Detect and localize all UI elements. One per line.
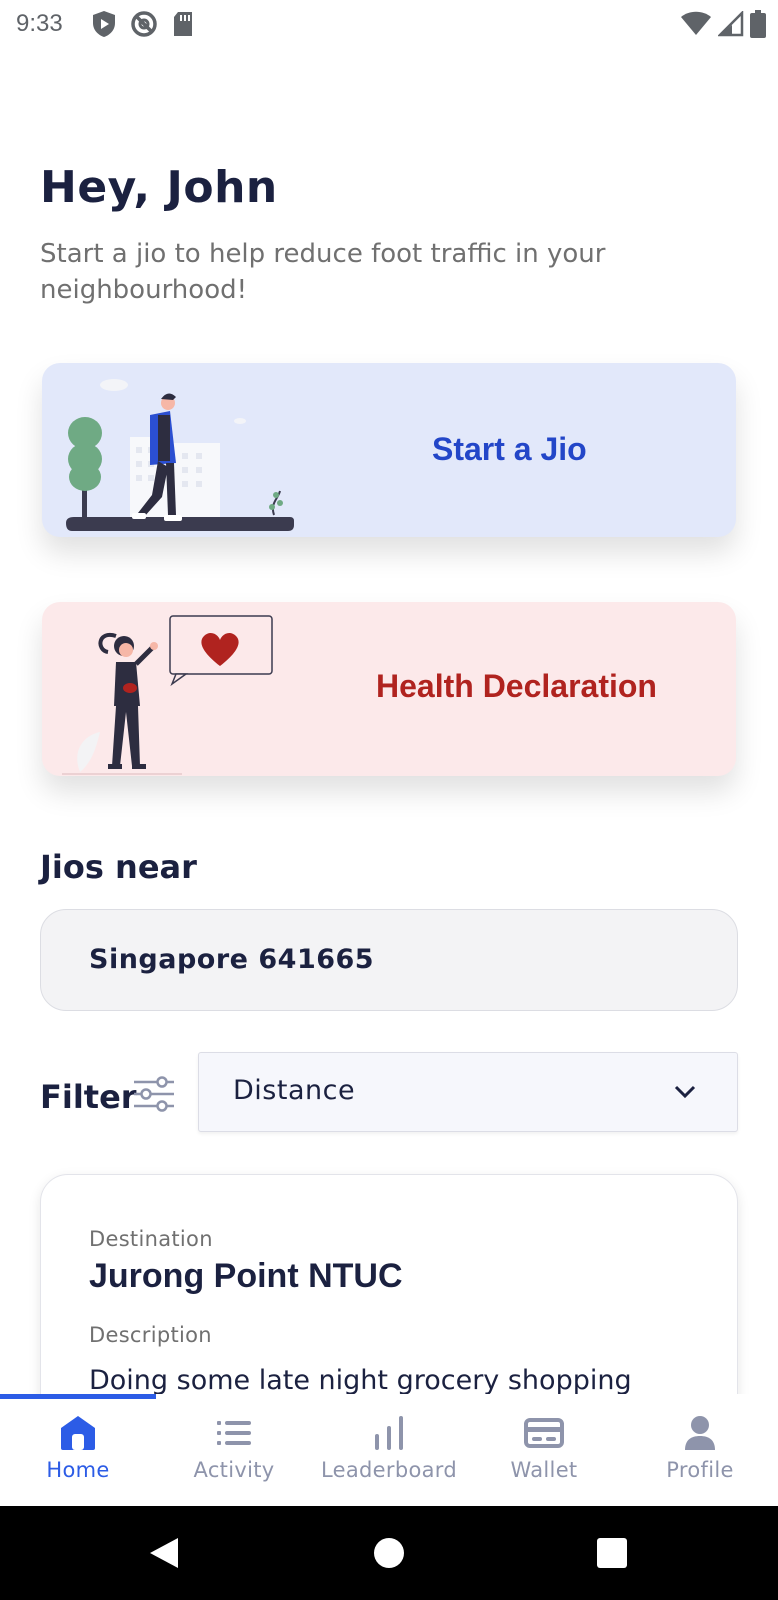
wifi-icon (681, 11, 711, 35)
home-circle-icon (374, 1538, 404, 1568)
home-content: Hey, John Start a jio to help reduce foo… (0, 48, 778, 1394)
cell-signal-icon (718, 11, 744, 37)
android-nav-bar (0, 1506, 778, 1600)
nav-activity-label: Activity (193, 1458, 275, 1482)
start-jio-card[interactable]: Start a Jio (42, 363, 736, 537)
nav-profile[interactable]: Profile (622, 1394, 778, 1506)
nav-leaderboard-label: Leaderboard (321, 1458, 457, 1482)
woman-heart-illustration (62, 615, 273, 775)
wallet-card-icon (524, 1418, 564, 1448)
jios-near-title: Jios near (40, 848, 197, 886)
bottom-nav: Home Activity Leaderboard Wallet Profile (0, 1394, 778, 1506)
sliders-icon[interactable] (132, 1074, 176, 1114)
sd-card-icon (174, 12, 192, 36)
description-label: Description (89, 1323, 212, 1347)
recents-button[interactable] (572, 1506, 652, 1600)
back-icon (150, 1538, 178, 1568)
page-title: Hey, John (40, 162, 278, 213)
home-button[interactable] (349, 1506, 429, 1600)
filter-label: Filter (40, 1078, 137, 1116)
nav-wallet[interactable]: Wallet (466, 1394, 622, 1506)
walking-person-illustration (66, 379, 294, 531)
nav-home-label: Home (46, 1458, 110, 1482)
shield-play-icon (93, 11, 115, 37)
page-subtitle: Start a jio to help reduce foot traffic … (40, 239, 606, 305)
location-value: Singapore 641665 (89, 944, 375, 975)
status-time: 9:33 (16, 10, 63, 37)
bar-chart-icon (375, 1416, 403, 1450)
location-field[interactable]: Singapore 641665 (40, 909, 738, 1011)
recents-icon (597, 1538, 627, 1568)
back-button[interactable] (124, 1506, 204, 1600)
nav-activity[interactable]: Activity (156, 1394, 312, 1506)
nav-profile-label: Profile (666, 1458, 734, 1482)
health-declaration-card[interactable]: Health Declaration (42, 602, 736, 776)
destination-value: Jurong Point NTUC (89, 1257, 403, 1295)
nav-wallet-label: Wallet (510, 1458, 578, 1482)
home-icon (61, 1416, 95, 1450)
battery-icon (750, 10, 766, 38)
no-sign-icon (131, 11, 157, 37)
chevron-down-icon (674, 1085, 696, 1099)
destination-label: Destination (89, 1227, 213, 1251)
person-icon (685, 1416, 715, 1450)
list-icon (217, 1421, 251, 1445)
description-value: Doing some late night grocery shopping (89, 1365, 632, 1394)
jio-listing-card[interactable]: Destination Jurong Point NTUC Descriptio… (40, 1174, 738, 1394)
health-declaration-label: Health Declaration (376, 668, 657, 704)
nav-home[interactable]: Home (0, 1394, 156, 1506)
nav-leaderboard[interactable]: Leaderboard (311, 1394, 467, 1506)
start-jio-label: Start a Jio (432, 431, 587, 467)
sort-select-value: Distance (233, 1075, 356, 1106)
status-bar: 9:33 (0, 0, 778, 48)
sort-select[interactable]: Distance (198, 1052, 738, 1132)
